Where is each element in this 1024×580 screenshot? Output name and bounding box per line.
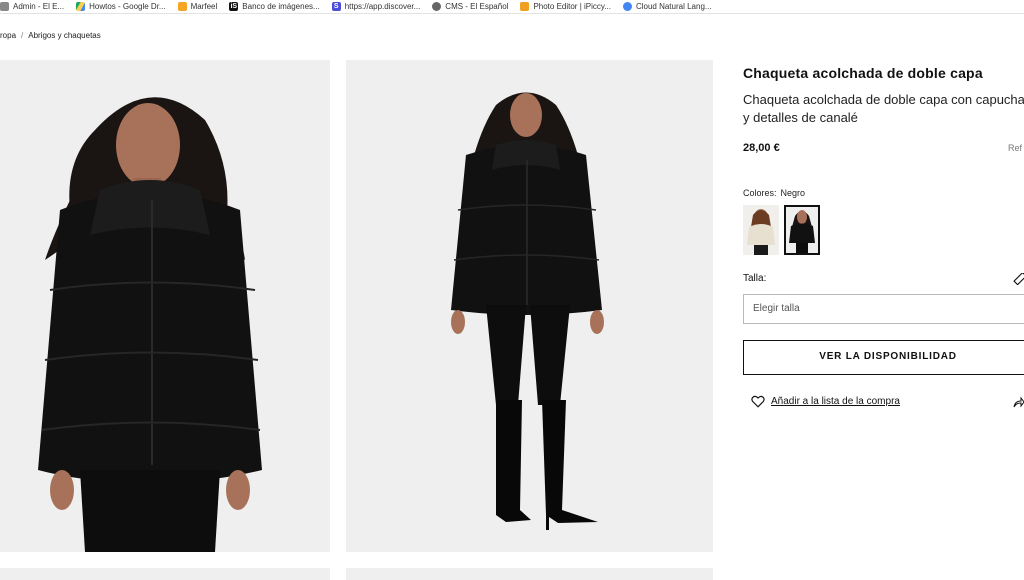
bookmark-marfeel[interactable]: Marfeel bbox=[177, 0, 218, 13]
discover-icon: S bbox=[331, 2, 341, 11]
model-closeup-illustration bbox=[0, 60, 330, 552]
share-icon[interactable] bbox=[1013, 396, 1024, 408]
check-availability-button[interactable]: VER LA DISPONIBILIDAD bbox=[743, 340, 1024, 375]
photo-editor-icon bbox=[520, 2, 530, 11]
colors-label-text: Colores: bbox=[743, 188, 777, 198]
product-ref: Ref bbox=[1008, 143, 1023, 153]
cream-jacket-thumbnail bbox=[743, 205, 779, 255]
product-price: 28,00 € bbox=[743, 142, 780, 154]
bookmark-label: Howtos - Google Dr... bbox=[89, 2, 166, 11]
bookmark-photo-editor[interactable]: Photo Editor | iPiccy... bbox=[520, 0, 611, 13]
cloud-icon bbox=[622, 2, 632, 11]
bookmark-discover[interactable]: S https://app.discover... bbox=[331, 0, 421, 13]
google-drive-icon bbox=[76, 2, 86, 11]
bookmark-label: https://app.discover... bbox=[344, 2, 421, 11]
color-swatch-cream[interactable] bbox=[743, 205, 779, 255]
size-select[interactable]: Elegir talla bbox=[743, 294, 1024, 324]
colors-label: Colores: Negro bbox=[743, 188, 805, 198]
product-photo-main[interactable] bbox=[0, 60, 330, 552]
bookmark-label: Marfeel bbox=[190, 2, 218, 11]
bookmark-admin[interactable]: Admin - El E... bbox=[0, 0, 64, 13]
heart-icon bbox=[751, 395, 765, 408]
bookmark-label: CMS - El Español bbox=[445, 2, 509, 11]
bookmarks-bar: Admin - El E... Howtos - Google Dr... Ma… bbox=[0, 0, 1024, 14]
product-photo-full-body[interactable] bbox=[346, 60, 713, 552]
istock-icon: iS bbox=[229, 2, 239, 11]
admin-icon bbox=[0, 2, 9, 11]
breadcrumb-item-abrigos[interactable]: Abrigos y chaquetas bbox=[28, 31, 101, 40]
breadcrumb-separator: / bbox=[21, 31, 24, 40]
selected-color-name: Negro bbox=[780, 188, 806, 198]
size-guide-ruler-icon[interactable] bbox=[1013, 273, 1024, 285]
breadcrumb: ropa / Abrigos y chaquetas bbox=[0, 31, 101, 40]
product-title: Chaqueta acolchada de doble capa bbox=[743, 65, 983, 81]
bookmark-howtos[interactable]: Howtos - Google Dr... bbox=[76, 0, 166, 13]
product-photo-4[interactable] bbox=[346, 568, 713, 580]
product-description: Chaqueta acolchada de doble capa con cap… bbox=[743, 92, 1024, 125]
globe-icon bbox=[432, 2, 442, 11]
bookmark-cloud[interactable]: Cloud Natural Lang... bbox=[622, 0, 712, 13]
size-label: Talla: bbox=[743, 273, 767, 284]
bookmark-label: Admin - El E... bbox=[13, 2, 65, 11]
wishlist-label: Añadir a la lista de la compra bbox=[771, 396, 900, 407]
bookmark-label: Banco de imágenes... bbox=[242, 2, 320, 11]
color-swatch-black[interactable] bbox=[784, 205, 820, 255]
product-photo-3[interactable] bbox=[0, 568, 330, 580]
bookmark-cms[interactable]: CMS - El Español bbox=[432, 0, 508, 13]
add-to-wishlist-link[interactable]: Añadir a la lista de la compra bbox=[751, 395, 900, 408]
marfeel-icon bbox=[177, 2, 187, 11]
bookmark-label: Cloud Natural Lang... bbox=[635, 2, 712, 11]
bookmark-banco-imagenes[interactable]: iS Banco de imágenes... bbox=[229, 0, 320, 13]
model-fullbody-illustration bbox=[346, 60, 713, 552]
bookmark-label: Photo Editor | iPiccy... bbox=[533, 2, 611, 11]
black-jacket-thumbnail bbox=[786, 207, 818, 253]
breadcrumb-item-ropa[interactable]: ropa bbox=[0, 31, 16, 40]
